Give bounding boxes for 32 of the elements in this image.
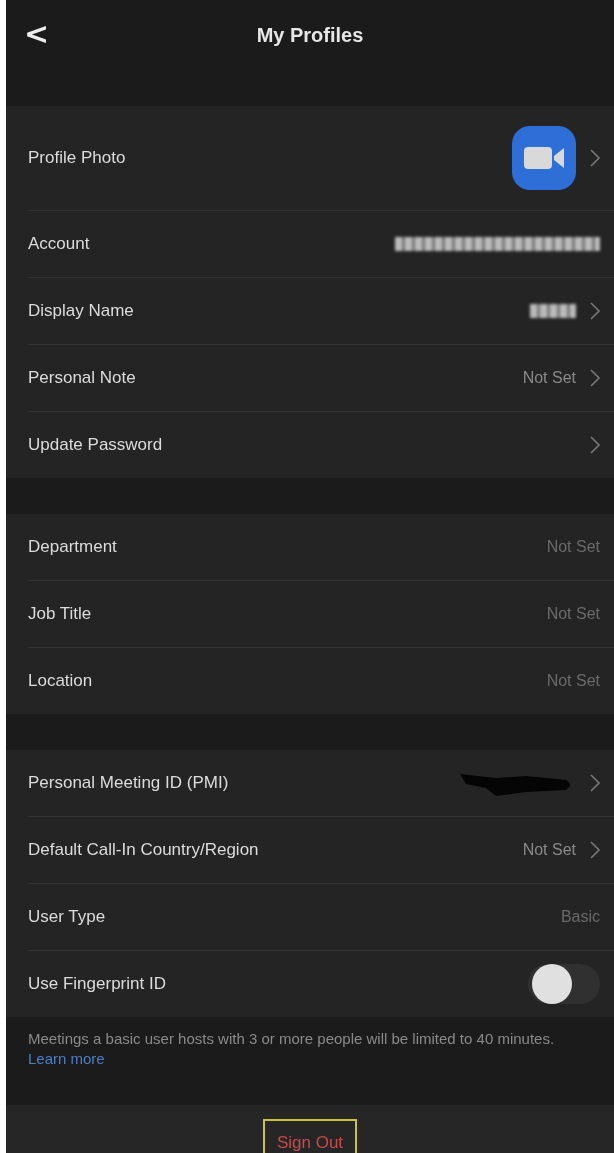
toggle-switch[interactable] [528,964,600,1004]
video-camera-avatar-icon [512,126,576,190]
row-label: Personal Note [28,368,136,388]
learn-more-link[interactable]: Learn more [28,1050,105,1067]
sign-out-button[interactable]: Sign Out [262,1119,358,1153]
info-text: Meetings a basic user hosts with 3 or more people will be limited to 40 minutes. Learn more [28,1030,555,1067]
row-label: Personal Meeting ID (PMI) [28,773,229,793]
blurred-value [530,304,576,318]
row-value: Basic [560,908,600,926]
row-value: Not Set [546,672,600,690]
row-label: Account [28,234,90,254]
chevron-icon[interactable] [590,149,600,167]
row-value: Not Set [522,841,576,859]
row-label: User Type [28,907,106,927]
row-value: Not Set [546,538,600,556]
chevron-icon[interactable] [590,369,600,387]
row-label: Display Name [28,301,134,321]
row-label: Default Call-In Country/Region [28,840,259,860]
row-value: Not Set [546,605,600,623]
row-label: Use Fingerprint ID [28,974,166,994]
row-label: Job Title [28,604,92,624]
chevron-icon[interactable] [590,436,600,454]
row-label: Department [28,537,117,557]
chevron-icon[interactable] [590,841,600,859]
row-label: Update Password [28,435,163,455]
chevron-icon[interactable] [590,302,600,320]
row-value: Not Set [522,369,576,387]
screen-title: My Profiles [256,23,364,47]
chevron-icon[interactable] [590,774,600,792]
back-button[interactable]: < [18,14,56,53]
row-label: Profile Photo [28,148,126,168]
row-label: Location [28,671,93,691]
